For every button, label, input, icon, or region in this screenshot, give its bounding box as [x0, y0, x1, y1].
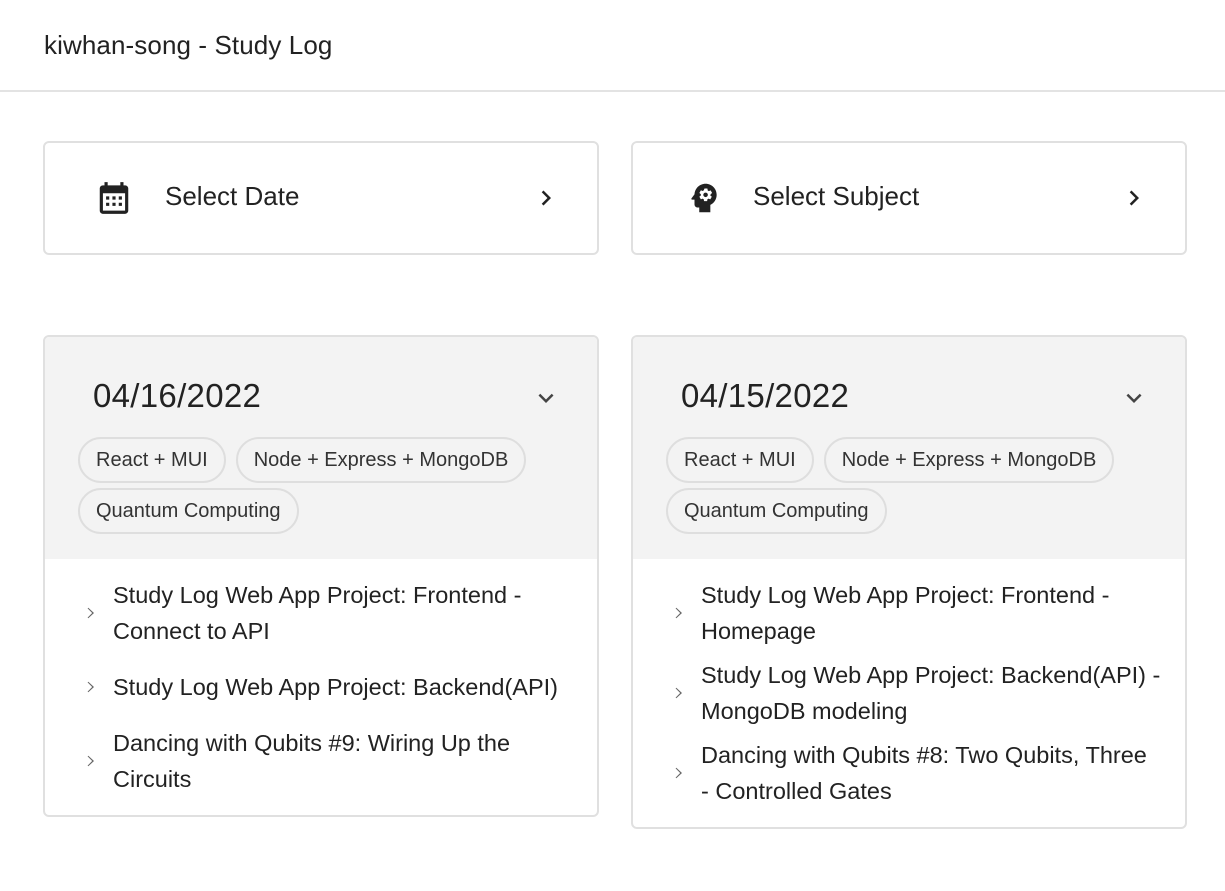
- subject-chip[interactable]: Node + Express + MongoDB: [823, 437, 1115, 483]
- select-date-label: Select Date: [165, 181, 300, 211]
- log-title: Study Log Web App Project: Frontend - Ho…: [701, 582, 1110, 644]
- log-title: Study Log Web App Project: Backend(API): [113, 674, 559, 700]
- subject-chip[interactable]: React + MUI: [666, 437, 814, 483]
- list-item[interactable]: Study Log Web App Project: Backend(API) …: [633, 653, 1185, 733]
- subject-chip[interactable]: Node + Express + MongoDB: [235, 437, 527, 483]
- subject-chips: React + MUI Node + Express + MongoDB Qua…: [78, 437, 558, 534]
- chevron-right-icon: [1129, 190, 1139, 206]
- expand-more-icon[interactable]: [1119, 383, 1149, 413]
- select-subject-label: Select Subject: [753, 181, 920, 211]
- app-bar: kiwhan-song - Study Log: [0, 0, 1225, 92]
- list-item[interactable]: Study Log Web App Project: Frontend - Ho…: [633, 573, 1185, 653]
- chevron-right-icon: [87, 755, 94, 767]
- list-item[interactable]: Study Log Web App Project: Frontend - Co…: [45, 573, 597, 653]
- chevron-right-icon: [675, 687, 682, 699]
- chevron-right-icon: [87, 607, 94, 619]
- day-card: 04/16/2022 React + MUI Node + Express + …: [43, 335, 599, 817]
- chevron-right-icon: [87, 681, 94, 693]
- subject-chip[interactable]: React + MUI: [78, 437, 226, 483]
- select-date-button[interactable]: Select Date: [43, 141, 599, 255]
- day-card-header: 04/15/2022 React + MUI Node + Express + …: [633, 337, 1185, 559]
- list-item[interactable]: Dancing with Qubits #8: Two Qubits, Thre…: [633, 733, 1185, 813]
- chevron-right-icon: [541, 190, 551, 206]
- psychology-icon: [691, 183, 717, 213]
- day-card-header: 04/16/2022 React + MUI Node + Express + …: [45, 337, 597, 559]
- subject-chips: React + MUI Node + Express + MongoDB Qua…: [666, 437, 1146, 534]
- log-list: Study Log Web App Project: Frontend - Ho…: [633, 559, 1185, 827]
- log-title: Study Log Web App Project: Frontend - Co…: [113, 582, 522, 644]
- day-date: 04/15/2022: [681, 377, 850, 414]
- subject-chip[interactable]: Quantum Computing: [666, 488, 887, 534]
- chevron-right-icon: [675, 607, 682, 619]
- list-item[interactable]: Study Log Web App Project: Backend(API): [45, 653, 597, 721]
- select-subject-button[interactable]: Select Subject: [631, 141, 1187, 255]
- log-title: Dancing with Qubits #8: Two Qubits, Thre…: [701, 742, 1147, 804]
- chevron-right-icon: [675, 767, 682, 779]
- subject-chip[interactable]: Quantum Computing: [78, 488, 299, 534]
- list-item[interactable]: Dancing with Qubits #9: Wiring Up the Ci…: [45, 721, 597, 801]
- app-title: kiwhan-song - Study Log: [44, 29, 333, 60]
- day-date: 04/16/2022: [93, 377, 262, 414]
- log-list: Study Log Web App Project: Frontend - Co…: [45, 559, 597, 815]
- log-title: Study Log Web App Project: Backend(API) …: [701, 662, 1161, 724]
- day-card: 04/15/2022 React + MUI Node + Express + …: [631, 335, 1187, 829]
- log-title: Dancing with Qubits #9: Wiring Up the Ci…: [113, 730, 511, 792]
- expand-more-icon[interactable]: [531, 383, 561, 413]
- calendar-icon: [99, 182, 129, 214]
